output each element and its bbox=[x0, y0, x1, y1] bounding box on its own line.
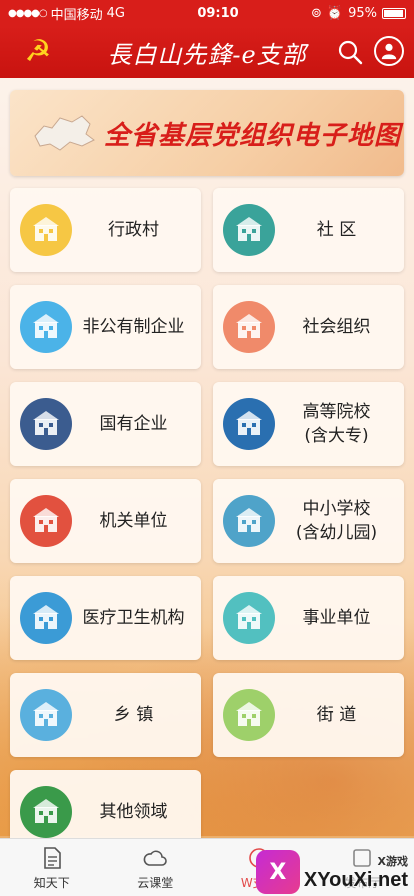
site-watermark: X X游戏 XYouXi.net bbox=[255, 850, 408, 894]
document-icon bbox=[43, 846, 61, 869]
category-card[interactable]: 医疗卫生机构 bbox=[10, 576, 201, 660]
government-icon bbox=[20, 495, 72, 547]
category-label: 事业单位 bbox=[302, 608, 371, 628]
category-label: 其他领域 bbox=[99, 802, 168, 822]
category-card[interactable]: 街 道 bbox=[213, 673, 404, 757]
category-label: 中小学校 (含幼儿园) bbox=[295, 499, 378, 543]
village-icon bbox=[20, 204, 72, 256]
network-type: 4G bbox=[106, 5, 126, 21]
status-time: 09:10 bbox=[197, 5, 239, 21]
tab-label: 知天下 bbox=[33, 875, 70, 890]
category-card[interactable]: 社会组织 bbox=[213, 285, 404, 369]
alarm-icon: ⏰ bbox=[326, 5, 344, 21]
app-title: 長白山先鋒-e支部 bbox=[107, 40, 307, 69]
province-map-banner[interactable]: 全省基层党组织电子地图 bbox=[10, 90, 404, 176]
watermark-domain: XYouXi.net bbox=[303, 868, 408, 891]
search-button[interactable] bbox=[336, 38, 364, 66]
category-card[interactable]: 国有企业 bbox=[10, 382, 201, 466]
banner-title: 全省基层党组织电子地图 bbox=[104, 120, 402, 151]
public-institution-icon bbox=[223, 592, 275, 644]
university-icon bbox=[223, 398, 275, 450]
cloud-icon bbox=[143, 850, 168, 866]
category-label: 机关单位 bbox=[99, 511, 168, 531]
search-icon bbox=[338, 40, 363, 65]
signal-strength-icon: ●●●●○ bbox=[8, 7, 48, 19]
category-label: 行政村 bbox=[108, 220, 159, 240]
category-label: 乡 镇 bbox=[113, 705, 154, 725]
township-icon bbox=[20, 689, 72, 741]
school-icon bbox=[223, 495, 275, 547]
social-org-icon bbox=[223, 301, 275, 353]
tab-cloud-class[interactable]: 云课堂 bbox=[104, 839, 208, 896]
category-card[interactable]: 高等院校 (含大专) bbox=[213, 382, 404, 466]
category-card[interactable]: 机关单位 bbox=[10, 479, 201, 563]
province-map-icon bbox=[34, 115, 95, 151]
private-enterprise-icon bbox=[20, 301, 72, 353]
tab-label: 云课堂 bbox=[137, 875, 174, 890]
category-label: 高等院校 (含大专) bbox=[302, 402, 371, 446]
community-icon bbox=[223, 204, 275, 256]
other-fields-icon bbox=[20, 786, 72, 838]
status-bar: ●●●●○ 中国移动 4G 09:10 ⊚ ⏰ 95% bbox=[0, 0, 414, 26]
tab-knowledge[interactable]: 知天下 bbox=[0, 839, 104, 896]
category-card[interactable]: 事业单位 bbox=[213, 576, 404, 660]
state-enterprise-icon bbox=[20, 398, 72, 450]
category-label: 社 区 bbox=[316, 220, 357, 240]
battery-percent: 95% bbox=[348, 5, 377, 21]
category-label: 社会组织 bbox=[302, 317, 371, 337]
hospital-icon bbox=[20, 592, 72, 644]
rotation-lock-icon: ⊚ bbox=[311, 5, 322, 21]
category-card[interactable]: 非公有制企业 bbox=[10, 285, 201, 369]
category-card[interactable]: 行政村 bbox=[10, 188, 201, 272]
user-icon bbox=[381, 43, 397, 60]
carrier-name: 中国移动 bbox=[50, 7, 103, 23]
category-label: 非公有制企业 bbox=[82, 317, 185, 337]
party-emblem-icon: ☭ bbox=[24, 34, 52, 69]
app-header: ☭ 長白山先鋒-e支部 bbox=[0, 26, 414, 78]
category-label: 街 道 bbox=[316, 705, 357, 725]
category-card[interactable]: 乡 镇 bbox=[10, 673, 201, 757]
watermark-small-text: X游戏 bbox=[377, 854, 408, 868]
category-label: 医疗卫生机构 bbox=[82, 608, 185, 628]
category-card[interactable]: 社 区 bbox=[213, 188, 404, 272]
watermark-logo: X bbox=[255, 850, 300, 894]
battery-icon bbox=[382, 7, 406, 19]
street-icon bbox=[223, 689, 275, 741]
category-label: 国有企业 bbox=[99, 414, 168, 434]
user-profile-button[interactable] bbox=[374, 36, 404, 66]
category-card[interactable]: 中小学校 (含幼儿园) bbox=[213, 479, 404, 563]
